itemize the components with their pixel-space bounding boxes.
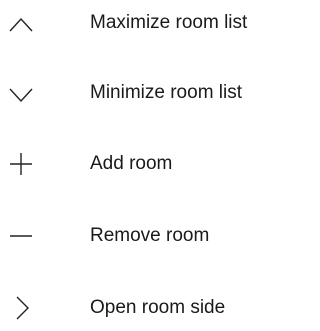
chevron-right-icon [8,290,34,326]
menu-item-add-room[interactable]: Add room [0,141,312,187]
menu-item-remove-room[interactable]: Remove room [0,213,312,259]
menu-item-label: Remove room [90,225,210,246]
menu-item-maximize-room-list[interactable]: Maximize room list [0,0,312,46]
chevron-up-icon [8,5,34,41]
minus-icon [8,218,34,254]
room-list-menu: Maximize room list Minimize room list Ad… [0,0,312,327]
menu-item-label: Maximize room list [90,12,248,33]
menu-item-label: Open room side [90,297,226,318]
chevron-down-icon [8,75,34,111]
menu-item-minimize-room-list[interactable]: Minimize room list [0,70,312,116]
menu-item-open-room-side[interactable]: Open room side [0,285,312,331]
menu-item-label: Add room [90,153,173,174]
menu-item-label: Minimize room list [90,82,243,103]
plus-icon [8,146,34,182]
